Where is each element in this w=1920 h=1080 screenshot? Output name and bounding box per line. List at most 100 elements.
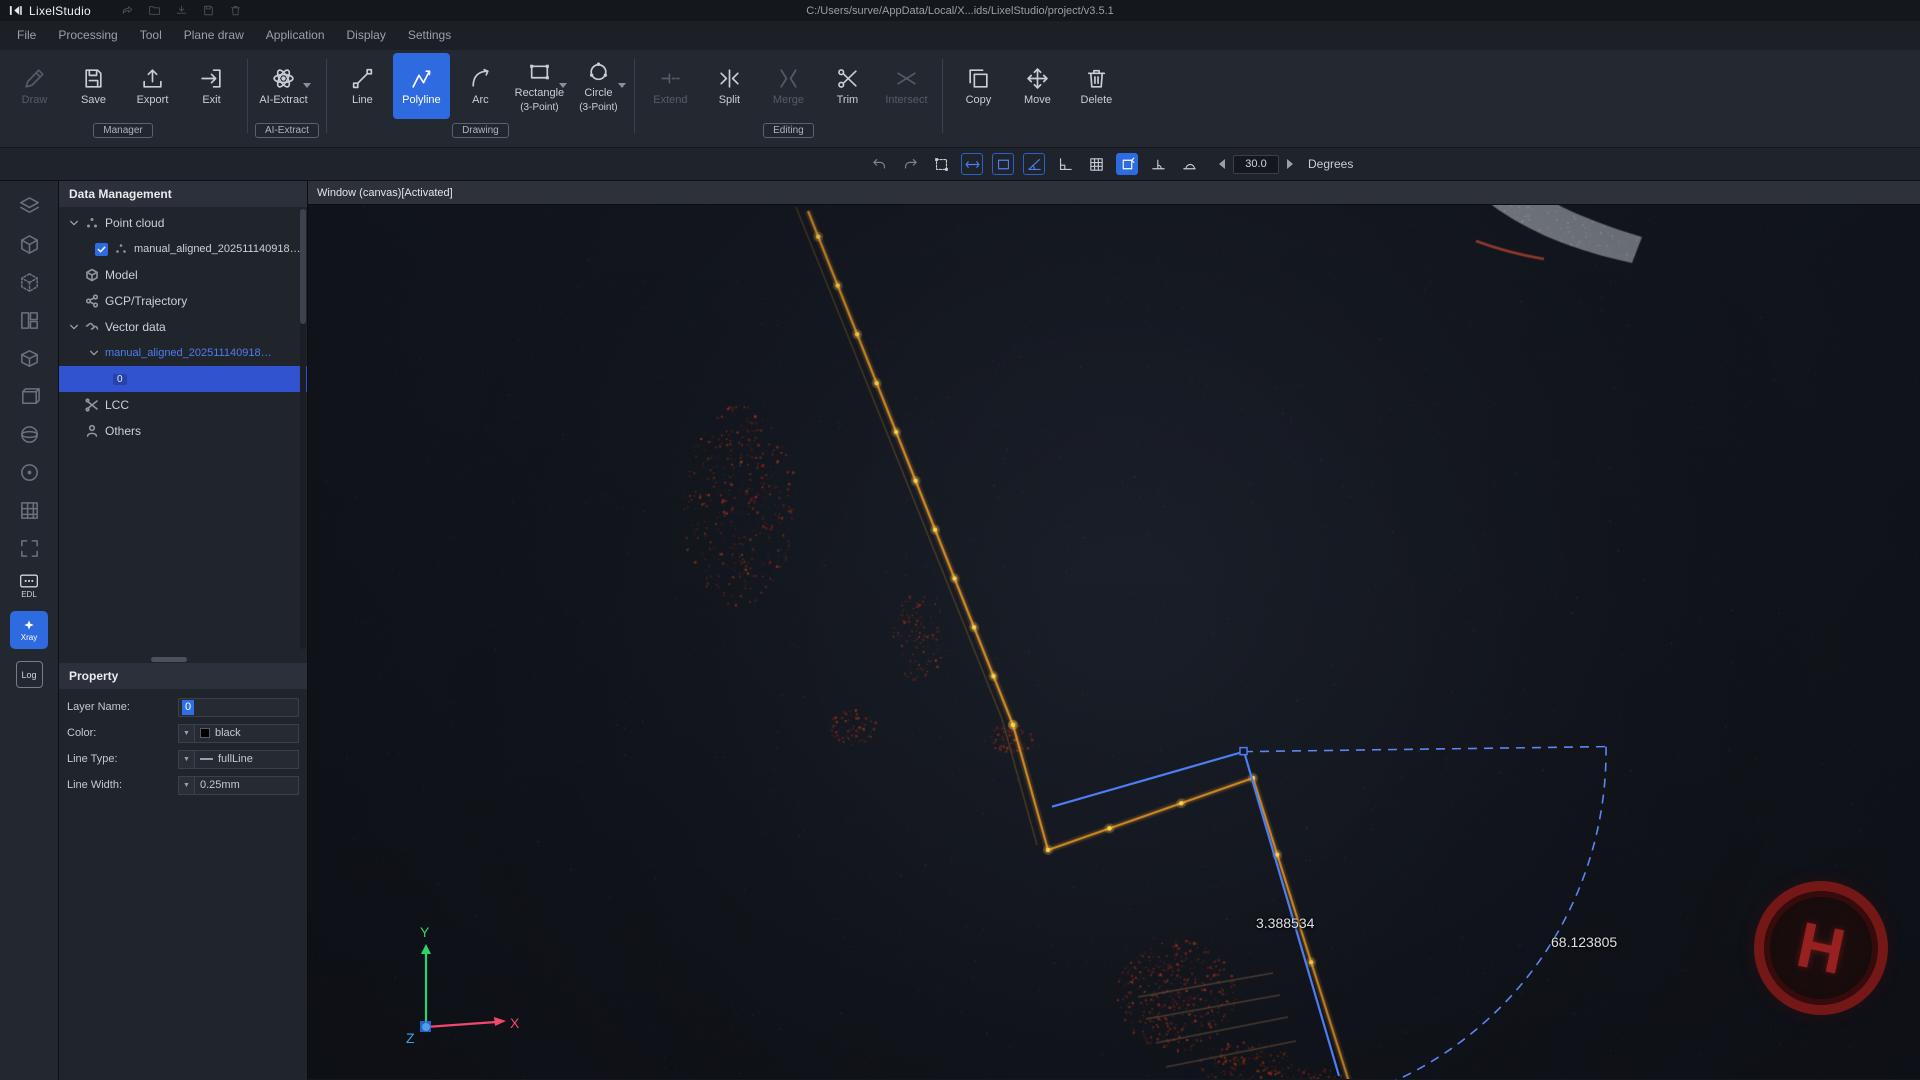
delete-small-icon[interactable]	[229, 4, 242, 17]
chevron-down-icon[interactable]: ▼	[178, 724, 195, 743]
menu-file[interactable]: File	[6, 21, 47, 50]
extend-button[interactable]: Extend	[642, 53, 699, 119]
undo-button[interactable]	[868, 153, 890, 175]
menu-display[interactable]: Display	[336, 21, 397, 50]
layers-tool-icon[interactable]	[14, 193, 44, 219]
perpendicular-icon	[1150, 156, 1167, 173]
canvas-area: Window (canvas)[Activated] 3.388534 68.1…	[308, 181, 1920, 1080]
chevron-down-icon[interactable]: ▼	[178, 776, 195, 795]
chevron-down-icon[interactable]: ▼	[178, 750, 195, 769]
draw-button[interactable]: Draw	[6, 53, 63, 119]
orbit-tool-icon[interactable]	[14, 459, 44, 485]
rect-snap-button[interactable]	[992, 153, 1014, 175]
fullscreen-tool-icon[interactable]	[14, 535, 44, 561]
tree-item-vector-data[interactable]: Vector data	[59, 314, 307, 340]
tree-item-others[interactable]: Others	[59, 418, 307, 444]
grid-toggle-button[interactable]	[1085, 153, 1107, 175]
tree-item-dxf-file[interactable]: manual_aligned_20251114091826.dxf	[59, 340, 307, 366]
redo-button[interactable]	[899, 153, 921, 175]
import-icon[interactable]	[175, 4, 188, 17]
split-button[interactable]: Split	[701, 53, 758, 119]
box-section-tool-icon[interactable]	[14, 383, 44, 409]
line-button[interactable]: Line	[334, 53, 391, 119]
group-label-editing: Editing	[763, 123, 814, 138]
panels-tool-icon[interactable]	[14, 307, 44, 333]
delete-button[interactable]: Delete	[1068, 53, 1125, 119]
model-icon	[85, 268, 99, 282]
ai-extract-button[interactable]: AI-Extract	[255, 53, 312, 119]
trash-icon	[1084, 66, 1109, 91]
exit-button[interactable]: Exit	[183, 53, 240, 119]
tree-item-las-file[interactable]: manual_aligned_20251114091826.las	[59, 236, 307, 262]
tree-item-point-cloud[interactable]: Point cloud	[59, 210, 307, 236]
save-small-icon[interactable]	[202, 4, 215, 17]
menu-plane-draw[interactable]: Plane draw	[173, 21, 255, 50]
move-button[interactable]: Move	[1009, 53, 1066, 119]
arc-button[interactable]: Arc	[452, 53, 509, 119]
chevron-down-icon[interactable]	[69, 218, 79, 228]
chevron-down-icon[interactable]	[303, 83, 311, 88]
polyline-button[interactable]: Polyline	[393, 53, 450, 119]
menu-application[interactable]: Application	[255, 21, 336, 50]
track-snap-button[interactable]	[961, 153, 983, 175]
app-window: LixelStudio C:/Users/surve/AppData/Local…	[0, 0, 1920, 1080]
chevron-down-icon[interactable]	[618, 83, 626, 88]
scrollbar-thumb[interactable]	[300, 209, 306, 324]
save-button[interactable]: Save	[65, 53, 122, 119]
angle-input[interactable]: 30.0	[1233, 155, 1279, 174]
right-angle-icon	[1057, 156, 1074, 173]
menu-tool[interactable]: Tool	[129, 21, 173, 50]
cube-tool-icon[interactable]	[14, 231, 44, 257]
trim-button[interactable]: Trim	[819, 53, 876, 119]
circle-3point-button[interactable]: Circle (3-Point)	[570, 53, 627, 119]
menu-settings[interactable]: Settings	[397, 21, 462, 50]
tree-horizontal-scrollbar[interactable]	[59, 655, 307, 663]
menu-processing[interactable]: Processing	[47, 21, 128, 50]
window-select-button[interactable]	[930, 153, 952, 175]
rectangle-3point-button[interactable]: Rectangle (3-Point)	[511, 53, 568, 119]
table-tool-icon[interactable]	[14, 497, 44, 523]
point-cloud-render[interactable]	[308, 205, 1920, 1079]
mesh-tool-icon[interactable]	[14, 269, 44, 295]
copy-button[interactable]: Copy	[950, 53, 1007, 119]
intersect-button[interactable]: Intersect	[878, 53, 935, 119]
tree-item-layer-0[interactable]: 0	[59, 366, 307, 392]
line-width-select[interactable]: ▼ 0.25mm	[178, 776, 299, 795]
xray-toggle[interactable]: Xray	[10, 611, 48, 649]
merge-button[interactable]: Merge	[760, 53, 817, 119]
edl-toggle[interactable]: EDL	[19, 573, 39, 599]
export-button[interactable]: Export	[124, 53, 181, 119]
chevron-down-icon[interactable]	[69, 322, 79, 332]
split-icon	[717, 66, 742, 91]
tree-item-model[interactable]: Model	[59, 262, 307, 288]
snap-toolbar: 30.0 Degrees	[0, 148, 1920, 181]
line-type-select[interactable]: ▼ fullLine	[178, 750, 299, 769]
tree-vertical-scrollbar[interactable]	[300, 209, 306, 649]
increase-angle-button[interactable]	[1283, 156, 1297, 172]
rotate-snap-button[interactable]	[1116, 153, 1138, 175]
open-folder-icon[interactable]	[148, 4, 161, 17]
volume-tool-icon[interactable]	[14, 345, 44, 371]
tree-item-lcc[interactable]: LCC	[59, 392, 307, 418]
toolbar-group-manager: Draw Save Export Exit Manager	[6, 53, 240, 147]
grid-icon	[1088, 156, 1105, 173]
canvas-tab[interactable]: Window (canvas)[Activated]	[308, 181, 1920, 205]
ai-atom-icon	[271, 66, 296, 91]
angle-snap-button[interactable]	[1023, 153, 1045, 175]
perpendicular2-button[interactable]	[1178, 153, 1200, 175]
sphere-tool-icon[interactable]	[14, 421, 44, 447]
chevron-down-icon[interactable]	[559, 83, 567, 88]
ortho-button[interactable]	[1054, 153, 1076, 175]
log-toggle[interactable]: Log	[16, 661, 43, 688]
viewport[interactable]: 3.388534 68.123805 Y X Z H	[308, 205, 1920, 1080]
chevron-down-icon[interactable]	[89, 348, 99, 358]
decrease-angle-button[interactable]	[1215, 156, 1229, 172]
share-icon[interactable]	[121, 4, 134, 17]
scrollbar-thumb[interactable]	[151, 657, 187, 662]
color-select[interactable]: ▼ black	[178, 724, 299, 743]
layer-name-input[interactable]: 0	[178, 698, 299, 717]
perpendicular-button[interactable]	[1147, 153, 1169, 175]
tree-item-gcp-trajectory[interactable]: GCP/Trajectory	[59, 288, 307, 314]
line-width-label: Line Width:	[67, 779, 178, 791]
visibility-checkbox[interactable]	[95, 243, 108, 256]
